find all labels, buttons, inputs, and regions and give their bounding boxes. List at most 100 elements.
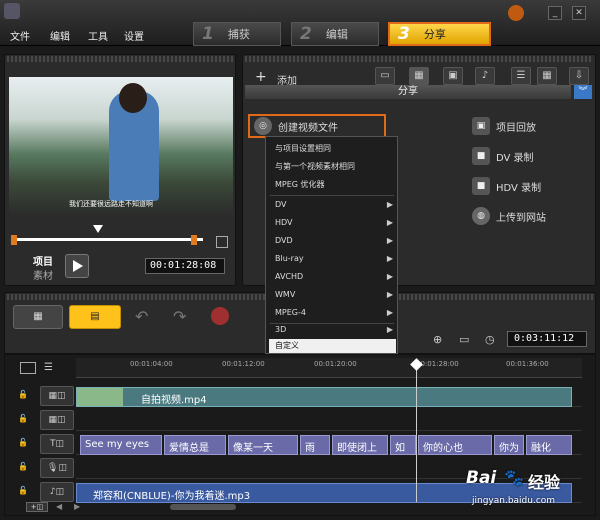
dropdown-item-custom[interactable]: 自定义 (269, 339, 396, 353)
video-track[interactable]: 自拍视频.mp4 (76, 385, 582, 407)
dropdown-item-avchd[interactable]: AVCHD ▶ (275, 272, 393, 281)
lock-icon[interactable]: 🔓 (18, 438, 28, 447)
zoom-out-timeline-button[interactable]: +◫ (26, 502, 48, 512)
title-clip[interactable]: 雨 (300, 435, 330, 455)
create-video-dropdown: 与项目设置相同 与第一个视频素材相同 MPEG 优化器 DV ▶ HDV ▶ DVD… (265, 136, 398, 354)
dropdown-item-dvd[interactable]: DVD ▶ (275, 236, 393, 245)
dropdown-separator (270, 195, 394, 196)
title-clip[interactable]: See my eyes (80, 435, 162, 455)
upload-web-label: 上传到网站 (496, 212, 546, 224)
title-clip[interactable]: 融化 (526, 435, 572, 455)
dropdown-label: 3D (275, 325, 287, 334)
timeline-scrollbar[interactable] (170, 504, 236, 510)
title-track-button[interactable]: T◫ (40, 434, 74, 454)
upload-web-button[interactable]: ◍ 上传到网站 (472, 207, 546, 225)
folder-icon[interactable]: ▭ (375, 67, 395, 85)
project-playback-button[interactable]: ▣ 项目回放 (472, 117, 536, 135)
title-track[interactable]: See my eyes 爱情总是 像某一天 雨 即使闭上 如 你的心也 你为 融… (76, 433, 582, 455)
lock-icon[interactable]: 🔓 (18, 414, 28, 423)
close-button[interactable]: ✕ (572, 6, 586, 20)
menu-file[interactable]: 文件 (10, 28, 30, 43)
preview-panel: 我们还要很远路走不知道啊 项目 素材 00:01:28:08 (4, 54, 236, 286)
submenu-arrow-icon: ▶ (386, 218, 393, 227)
tab-share[interactable]: 3 分享 (388, 22, 491, 46)
tab-capture[interactable]: 1 捕获 (193, 22, 281, 46)
title-clip[interactable]: 爱情总是 (164, 435, 226, 455)
fit-project-icon[interactable]: ▭ (459, 333, 469, 346)
minimize-button[interactable]: _ (548, 6, 562, 20)
dropdown-item-bluray[interactable]: Blu-ray ▶ (275, 254, 393, 263)
step-number: 1 (202, 24, 214, 44)
scrubber-marker[interactable] (93, 225, 103, 233)
menu-settings[interactable]: 设置 (124, 28, 144, 43)
audio-library-icon[interactable]: ♪ (475, 67, 495, 85)
ruler-label: 00:01:36:00 (506, 360, 549, 368)
list-view-icon[interactable]: ☰ (511, 67, 531, 85)
tab-edit[interactable]: 2 编辑 (291, 22, 379, 46)
dropdown-item-same-as-first-clip[interactable]: 与第一个视频素材相同 (275, 161, 393, 172)
mode-clip[interactable]: 素材 (33, 267, 53, 282)
panel-grip (245, 56, 593, 62)
dv-record-button[interactable]: ■ DV 录制 (472, 147, 534, 165)
voice-track-button[interactable]: 🎙◫ (40, 458, 74, 478)
title-clip[interactable]: 像某一天 (228, 435, 298, 455)
submenu-arrow-icon: ▶ (386, 325, 393, 334)
video-track-button[interactable]: ▦◫ (40, 386, 74, 406)
overlay-track[interactable] (76, 409, 582, 431)
clock-icon: ◷ (485, 333, 495, 346)
mode-project[interactable]: 项目 (33, 253, 53, 268)
dropdown-label: DVD (275, 236, 293, 245)
record-capture-icon[interactable] (211, 307, 229, 325)
scroll-left-icon[interactable]: ◀ (56, 502, 62, 511)
dropdown-item-hdv[interactable]: HDV ▶ (275, 218, 393, 227)
title-clip[interactable]: 你为 (494, 435, 524, 455)
undo-icon[interactable]: ↶ (135, 307, 148, 326)
track-list-icon[interactable]: ☰ (44, 362, 53, 373)
dropdown-item-dv[interactable]: DV ▶ (275, 200, 393, 209)
video-library-icon[interactable]: ▦ (409, 67, 429, 85)
overlay-track-button[interactable]: ▦◫ (40, 410, 74, 430)
dropdown-item-wmv[interactable]: WMV ▶ (275, 290, 393, 299)
help-icon[interactable] (508, 5, 524, 21)
add-icon[interactable]: + (255, 69, 267, 85)
menu-edit[interactable]: 编辑 (50, 28, 70, 43)
dropdown-item-mpeg4[interactable]: MPEG-4 ▶ (275, 308, 393, 317)
dropdown-label: MPEG 优化器 (275, 180, 325, 189)
redo-icon[interactable]: ↷ (173, 307, 186, 326)
timeline-ruler[interactable]: 00:01:04:00 00:01:12:00 00:01:20:00 00:0… (76, 358, 582, 378)
storyboard-view-button[interactable]: ▦ (13, 305, 63, 329)
collapse-icon[interactable]: ︾ (574, 85, 592, 99)
menu-tools[interactable]: 工具 (88, 28, 108, 43)
split-icon[interactable] (216, 236, 228, 248)
title-clip[interactable]: 即使闭上 (332, 435, 388, 455)
dropdown-item-mpeg-optimizer[interactable]: MPEG 优化器 (275, 179, 393, 190)
timecode-display[interactable]: 00:01:28:08 (145, 258, 225, 274)
zoom-in-icon[interactable]: ⊕ (433, 333, 442, 346)
lock-icon[interactable]: 🔓 (18, 390, 28, 399)
panel-grip (7, 56, 233, 62)
timeline-view-button[interactable]: ▤ (69, 305, 121, 329)
lock-icon[interactable]: 🔓 (18, 486, 28, 495)
thumbnail-view-icon[interactable]: ▦ (537, 67, 557, 85)
track-manager-icon[interactable] (20, 362, 36, 374)
dropdown-label: 与项目设置相同 (275, 144, 331, 153)
title-clip[interactable]: 如 (390, 435, 416, 455)
photo-library-icon[interactable]: ▣ (443, 67, 463, 85)
playhead[interactable] (416, 362, 417, 502)
dropdown-item-3d[interactable]: 3D ▶ (275, 325, 393, 334)
playback-icon: ▣ (472, 117, 490, 135)
import-icon[interactable]: ⇩ (569, 67, 589, 85)
submenu-arrow-icon: ▶ (386, 290, 393, 299)
hdv-record-button[interactable]: ■ HDV 录制 (472, 177, 541, 195)
scroll-right-icon[interactable]: ▶ (74, 502, 80, 511)
trim-start-marker[interactable] (11, 235, 17, 245)
music-track-button[interactable]: ♪◫ (40, 482, 74, 502)
title-clip[interactable]: 你的心也 (418, 435, 492, 455)
dropdown-item-same-as-project[interactable]: 与项目设置相同 (275, 143, 393, 154)
trim-bar[interactable] (15, 238, 203, 241)
preview-subtitle: 我们还要很远路走不知道啊 (69, 200, 153, 208)
lock-icon[interactable]: 🔓 (18, 462, 28, 471)
video-clip[interactable]: 自拍视频.mp4 (76, 387, 572, 407)
trim-end-marker[interactable] (191, 235, 197, 245)
create-video-file-button[interactable]: ◎ 创建视频文件 (248, 114, 386, 138)
